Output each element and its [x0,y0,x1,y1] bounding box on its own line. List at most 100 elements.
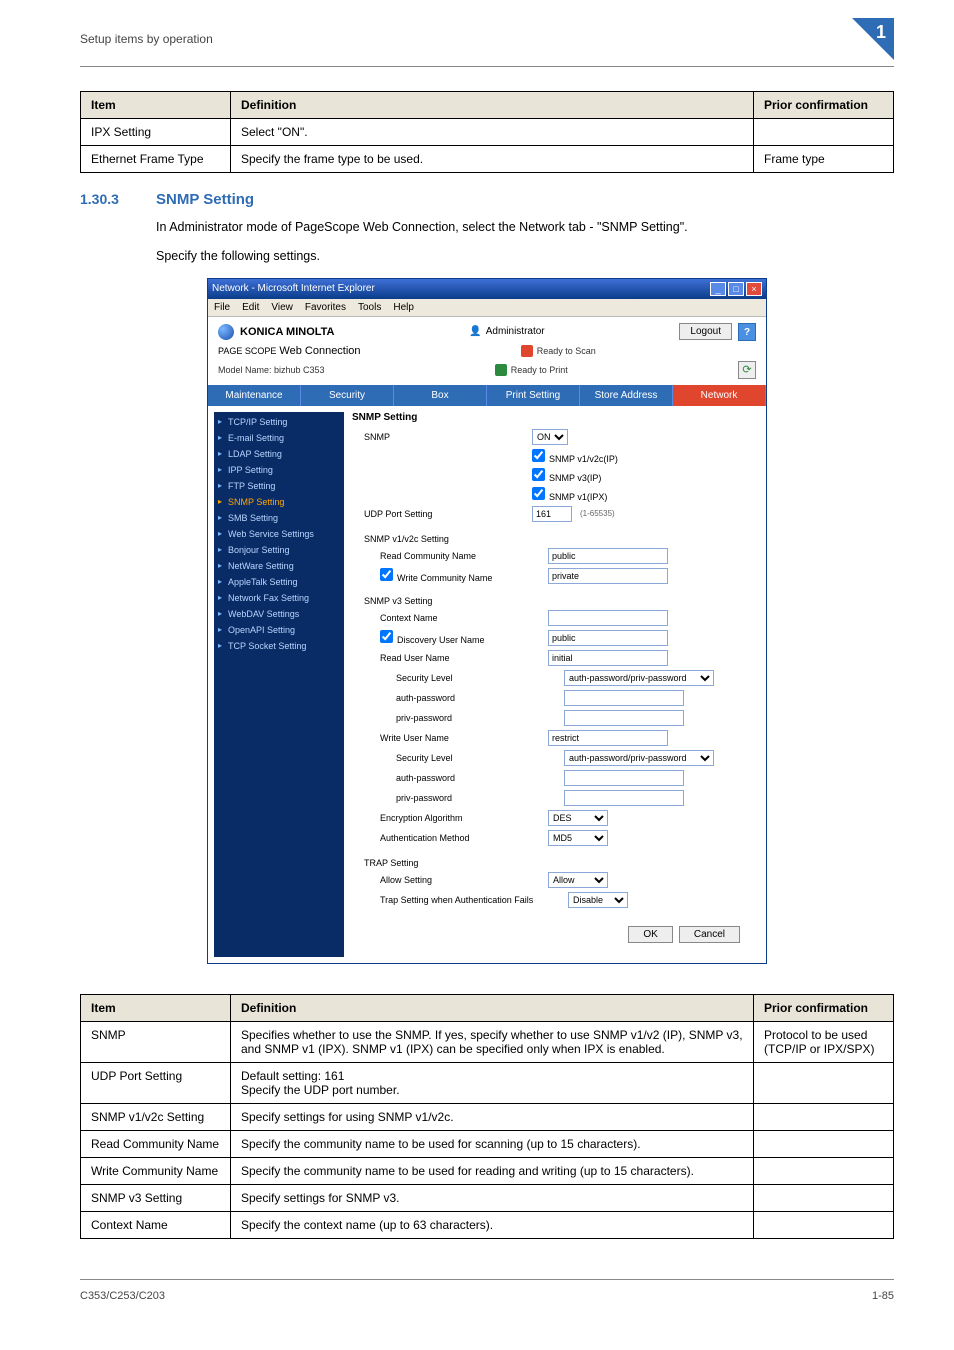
table-row: Context Name Specify the context name (u… [81,1211,894,1238]
priv-password-input-2[interactable] [564,790,684,806]
sidebar-item-email[interactable]: E-mail Setting [214,430,344,446]
snmp-select[interactable]: ON [532,429,568,445]
tab-security[interactable]: Security [301,385,394,406]
write-user-input[interactable] [548,730,668,746]
menu-edit[interactable]: Edit [242,302,259,313]
sidebar-item-ldap[interactable]: LDAP Setting [214,446,344,462]
table-row: IPX Setting Select "ON". [81,119,894,146]
context-name-input[interactable] [548,610,668,626]
sidebar-item-netware[interactable]: NetWare Setting [214,558,344,574]
discovery-user-checkbox[interactable]: Discovery User Name [380,630,540,645]
footer-right: 1-85 [872,1290,894,1302]
sidebar-item-snmp[interactable]: SNMP Setting [214,494,344,510]
allow-setting-select[interactable]: Allow [548,872,608,888]
reload-icon[interactable]: ⟳ [738,361,756,379]
menu-tools[interactable]: Tools [358,302,381,313]
minimize-icon[interactable]: _ [710,282,726,296]
udp-port-input[interactable] [532,506,572,522]
content-panel: SNMP Setting SNMP ON SNMP v1/v2c(IP) SNM… [352,412,760,957]
tab-store-address[interactable]: Store Address [580,385,673,406]
cell-prior [754,119,894,146]
th-prior: Prior confirmation [754,994,894,1021]
auth-password-input-1[interactable] [564,690,684,706]
encryption-algorithm-label: Encryption Algorithm [380,813,540,823]
write-user-label: Write User Name [380,733,540,743]
th-definition: Definition [231,92,754,119]
read-user-input[interactable] [548,650,668,666]
print-status-icon [495,364,507,376]
discovery-user-input[interactable] [548,630,668,646]
tab-print-setting[interactable]: Print Setting [487,385,580,406]
table-row: Write Community Name Specify the communi… [81,1157,894,1184]
cell-item: Read Community Name [81,1130,231,1157]
page-corner-number: 1 [876,18,894,43]
page-header: Setup items by operation [80,32,213,46]
read-user-label: Read User Name [380,653,540,663]
cell-def: Specify the community name to be used fo… [231,1157,754,1184]
maximize-icon[interactable]: □ [728,282,744,296]
security-level-label-2: Security Level [396,753,556,763]
cell-item: Context Name [81,1211,231,1238]
snmp-v1v2c-ip-checkbox[interactable]: SNMP v1/v2c(IP) [532,449,618,464]
help-icon[interactable]: ? [738,323,756,341]
sidebar-item-tcpip[interactable]: TCP/IP Setting [214,414,344,430]
menu-view[interactable]: View [271,302,293,313]
ok-button[interactable]: OK [628,926,672,943]
security-level-select-1[interactable]: auth-password/priv-password [564,670,714,686]
write-community-input[interactable] [548,568,668,584]
sidebar: TCP/IP Setting E-mail Setting LDAP Setti… [214,412,344,957]
cell-prior [754,1130,894,1157]
table-row: SNMP v3 Setting Specify settings for SNM… [81,1184,894,1211]
menu-favorites[interactable]: Favorites [305,302,346,313]
tab-network[interactable]: Network [673,385,766,406]
th-definition: Definition [231,994,754,1021]
th-item: Item [81,92,231,119]
trap-fail-select[interactable]: Disable [568,892,628,908]
sidebar-item-ipp[interactable]: IPP Setting [214,462,344,478]
cell-prior: Protocol to be used (TCP/IP or IPX/SPX) [754,1021,894,1062]
snmp-v1-ipx-checkbox[interactable]: SNMP v1(IPX) [532,487,607,502]
window-titlebar: Network - Microsoft Internet Explorer _ … [208,279,766,299]
sidebar-item-ftp[interactable]: FTP Setting [214,478,344,494]
snmp-v3-ip-checkbox[interactable]: SNMP v3(IP) [532,468,601,483]
cell-def: Specify settings for using SNMP v1/v2c. [231,1103,754,1130]
read-community-label: Read Community Name [380,551,540,561]
sidebar-item-bonjour[interactable]: Bonjour Setting [214,542,344,558]
sidebar-item-tcpsocket[interactable]: TCP Socket Setting [214,638,344,654]
auth-password-input-2[interactable] [564,770,684,786]
sidebar-item-smb[interactable]: SMB Setting [214,510,344,526]
trap-fail-label: Trap Setting when Authentication Fails [380,895,560,905]
table-row: Ethernet Frame Type Specify the frame ty… [81,146,894,173]
sidebar-item-networkfax[interactable]: Network Fax Setting [214,590,344,606]
sidebar-item-openapi[interactable]: OpenAPI Setting [214,622,344,638]
cancel-button[interactable]: Cancel [679,926,740,943]
cell-def: Select "ON". [231,119,754,146]
logout-button[interactable]: Logout [679,323,732,340]
cell-def: Specify the frame type to be used. [231,146,754,173]
cell-def: Specifies whether to use the SNMP. If ye… [231,1021,754,1062]
tab-maintenance[interactable]: Maintenance [208,385,301,406]
sidebar-item-webdav[interactable]: WebDAV Settings [214,606,344,622]
body-text-2: Specify the following settings. [156,247,894,266]
menu-help[interactable]: Help [393,302,414,313]
body-text-1: In Administrator mode of PageScope Web C… [156,218,894,237]
priv-password-input-1[interactable] [564,710,684,726]
table-row: Read Community Name Specify the communit… [81,1130,894,1157]
cell-def: Specify the context name (up to 63 chara… [231,1211,754,1238]
read-community-input[interactable] [548,548,668,564]
sidebar-item-appletalk[interactable]: AppleTalk Setting [214,574,344,590]
settings-table-2: Item Definition Prior confirmation SNMP … [80,994,894,1239]
cell-def: Default setting: 161 Specify the UDP por… [231,1062,754,1103]
security-level-select-2[interactable]: auth-password/priv-password [564,750,714,766]
admin-icon: 👤 [469,326,481,337]
tab-box[interactable]: Box [394,385,487,406]
sidebar-item-webservice[interactable]: Web Service Settings [214,526,344,542]
priv-password-label-1: priv-password [396,713,556,723]
menu-file[interactable]: File [214,302,230,313]
cell-prior: Frame type [754,146,894,173]
encryption-algorithm-select[interactable]: DES [548,810,608,826]
write-community-checkbox[interactable]: Write Community Name [380,568,540,583]
close-icon[interactable]: × [746,282,762,296]
authentication-method-select[interactable]: MD5 [548,830,608,846]
authentication-method-label: Authentication Method [380,833,540,843]
